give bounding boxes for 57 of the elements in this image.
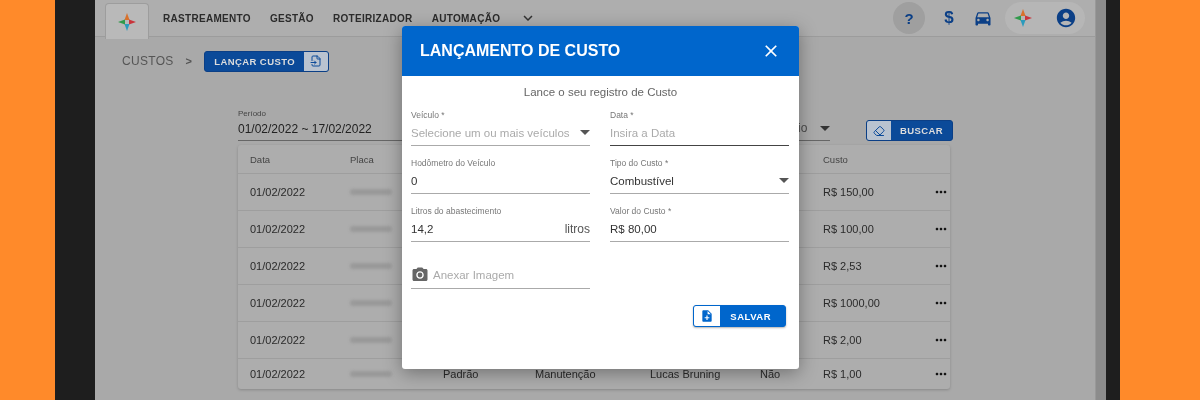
search-button[interactable]: BUSCAR [866, 120, 954, 141]
nav-item[interactable]: RASTREAMENTO [163, 12, 251, 24]
field-label: Veículo * [411, 110, 446, 120]
dialog-title: LANÇAMENTO DE CUSTO [420, 42, 621, 60]
table-cell: R$ 150,00 [823, 186, 874, 198]
table-cell: 01/02/2022 [250, 186, 306, 198]
dropdown-icon [580, 130, 590, 135]
table-cell: R$ 100,00 [823, 223, 874, 235]
input-field[interactable]: 0 [411, 174, 590, 187]
file-input-icon [309, 55, 322, 67]
save-button[interactable]: SALVAR [693, 305, 786, 327]
field-label: Litros do abastecimento [411, 206, 503, 216]
input-field[interactable]: 14,2 [411, 222, 565, 235]
logo-icon [1013, 8, 1033, 28]
input-field[interactable]: R$ 80,00 [610, 222, 789, 235]
dropdown-icon [820, 125, 830, 131]
breadcrumb-separator: > [185, 55, 193, 67]
cost-button[interactable]: $ [933, 2, 965, 34]
help-button[interactable]: ? [893, 2, 925, 34]
table-cell: R$ 1,00 [823, 368, 862, 380]
eraser-icon [873, 124, 885, 137]
table-cell: 01/02/2022 [250, 368, 306, 380]
file-add-icon [700, 309, 715, 323]
table-cell: Manutenção [535, 368, 596, 380]
input-field[interactable]: Insira a Data [610, 126, 789, 139]
nav-item[interactable]: ROTEIRIZADOR [332, 12, 413, 24]
table-cell: Lucas Bruning [650, 368, 721, 380]
table-cell: 01/02/2022 [250, 260, 306, 272]
column-header: Custo [823, 153, 848, 165]
table-cell: 01/02/2022 [250, 297, 306, 309]
table-cell: 01/02/2022 [250, 223, 306, 235]
table-cell: R$ 2,53 [823, 260, 862, 272]
avatar-icon[interactable] [1055, 7, 1077, 29]
scrollbar[interactable] [1095, 0, 1106, 400]
camera-icon[interactable] [411, 266, 429, 284]
dialog-subtitle: Lance o seu registro de Custo [522, 86, 679, 98]
table-cell: R$ 2,00 [823, 334, 862, 346]
select-field[interactable]: Combustível [610, 174, 779, 187]
table-cell: Não [760, 368, 781, 380]
dropdown-icon [779, 178, 789, 183]
table-cell: R$ 1000,00 [823, 297, 880, 309]
field-label: Valor do Custo * [610, 206, 673, 216]
column-header: Data [250, 153, 271, 165]
unit-suffix: litros [564, 221, 590, 236]
logo-icon [117, 11, 137, 32]
field-label: Tipo do Custo * [610, 158, 670, 168]
nav-item[interactable]: GESTÃO [269, 12, 314, 24]
field-label: Hodômetro do Veículo [411, 158, 497, 168]
table-cell: 01/02/2022 [250, 334, 306, 346]
breadcrumb-text: CUSTOS [122, 54, 174, 68]
nav-item[interactable]: AUTOMAÇÃO [431, 12, 501, 24]
attach-image-field[interactable]: Anexar Imagem [433, 269, 590, 281]
launch-cost-button[interactable]: LANÇAR CUSTO [204, 50, 329, 72]
select-field[interactable]: Selecione um ou mais veículos [411, 126, 580, 139]
column-header: Placa [350, 153, 374, 165]
field-label: Data * [610, 110, 635, 120]
table-cell: Padrão [443, 368, 479, 380]
